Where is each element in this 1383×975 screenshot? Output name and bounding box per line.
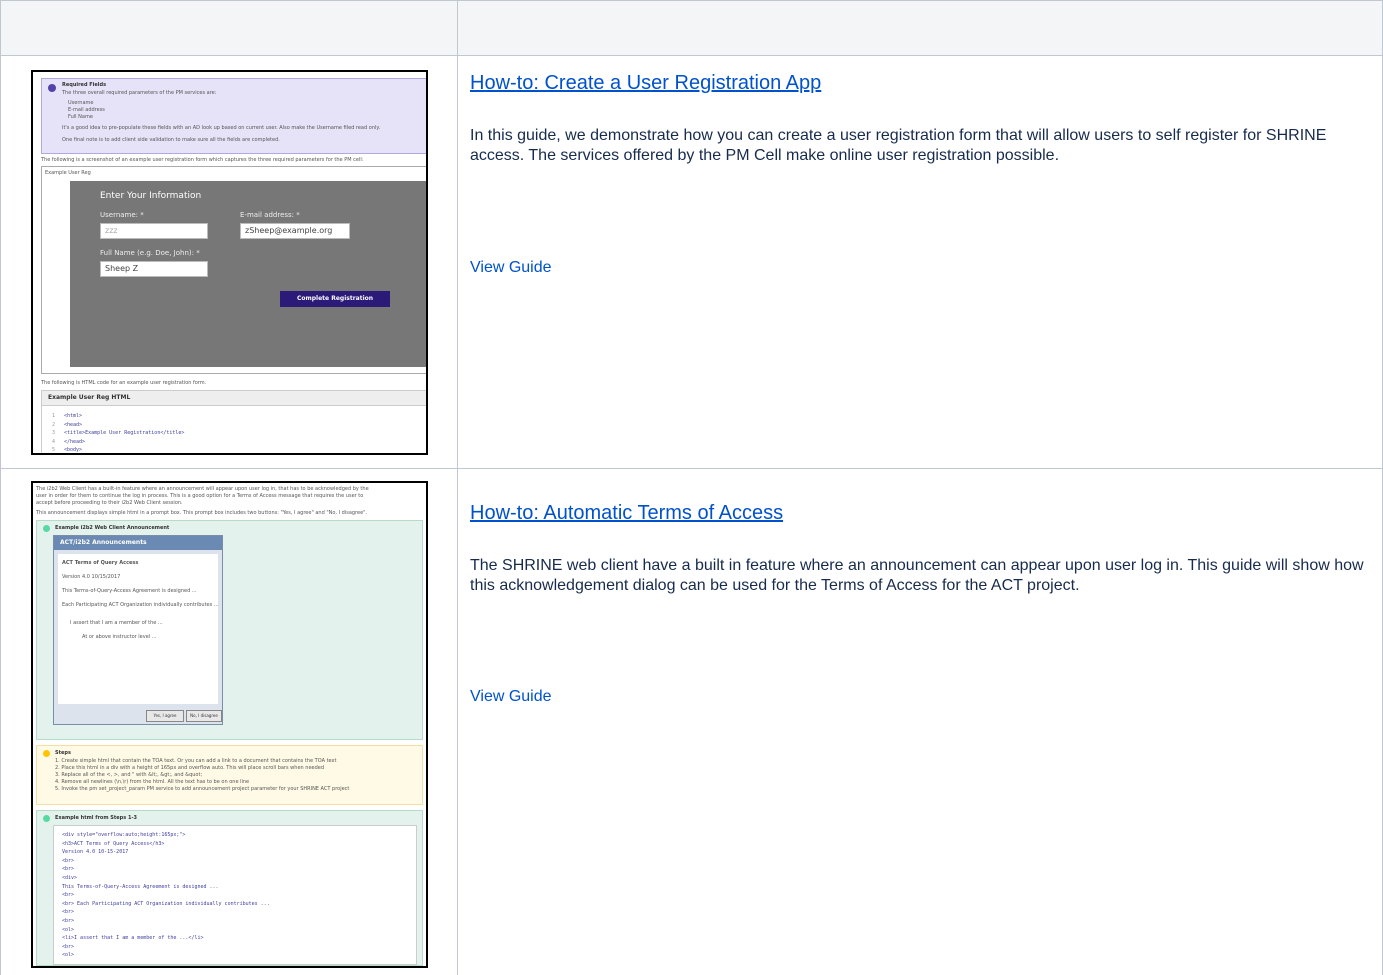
check-icon (43, 525, 50, 532)
dialog-content: ACT Terms of Query Access Version 4.0 10… (58, 554, 219, 704)
code-line-number: 1 (52, 413, 56, 419)
required-item: Username (68, 100, 94, 106)
example-announcement-title: Example i2b2 Web Client Announcement (55, 525, 170, 531)
username-label: Username: * (100, 211, 144, 219)
example-form-frame: Example User Reg Enter Your Information … (41, 166, 426, 374)
dialog-title: ACT/i2b2 Announcements (54, 536, 222, 550)
code-line-number: 4 (52, 438, 56, 445)
required-fields-panel: Required Fields The three overall requir… (41, 78, 426, 154)
email-label: E-mail address: * (240, 211, 300, 219)
step-item: 2. Place this html in a div with a heigh… (55, 765, 325, 771)
code-line: </head> (64, 438, 86, 445)
required-note: One final note is to add client side val… (62, 137, 280, 143)
steps-panel: Steps 1. Create simple html that contain… (36, 745, 423, 805)
dialog-line: At or above instructor level ... (82, 634, 157, 640)
form-caption: The following is a screenshot of an exam… (41, 157, 364, 163)
step-item: 3. Replace all of the <, >, and " with &… (55, 772, 203, 778)
username-field: zzz (100, 223, 208, 239)
dialog-line: Each Participating ACT Organization indi… (62, 602, 219, 608)
disagree-button: No, I disagree (186, 710, 222, 722)
terms-view-guide-link[interactable]: View Guide (470, 688, 552, 706)
code-line-number: 5 (52, 447, 56, 453)
code-line: <br> (62, 866, 75, 873)
agree-button: Yes, I agree (146, 710, 184, 722)
announcement-dialog: ACT/i2b2 Announcements ACT Terms of Quer… (53, 535, 223, 725)
code-line: <ol> (62, 926, 75, 933)
example-announcement-panel: Example i2b2 Web Client Announcement ACT… (36, 520, 423, 740)
form-heading: Enter Your Information (100, 191, 202, 201)
intro-text: accept before proceeding to their i2b2 W… (36, 500, 183, 506)
steps-title: Steps (55, 750, 71, 756)
dialog-line: Version 4.0 10/15/2017 (62, 574, 121, 580)
warning-icon (43, 750, 50, 757)
code-line: <title>Example User Registration</title> (64, 430, 185, 436)
code-line: <html> (64, 413, 83, 419)
guides-table: Required Fields The three overall requir… (0, 0, 1383, 975)
code-line-number: 3 (52, 430, 56, 436)
terms-guide-description: The SHRINE web client have a built in fe… (470, 557, 1364, 594)
dialog-line: This Terms-of-Query-Access Agreement is … (62, 588, 197, 594)
required-item: Full Name (68, 114, 93, 120)
registration-guide-thumbnail[interactable]: Required Fields The three overall requir… (31, 70, 428, 455)
step-item: 1. Create simple html that contain the T… (55, 758, 337, 764)
email-field: zSheep@example.org (240, 223, 350, 239)
row-divider (0, 468, 1383, 469)
code-panel: Example User Reg HTML 1 <html> 2 <head> 3 <t… (41, 390, 426, 453)
form-frame-label: Example User Reg (45, 170, 91, 176)
code-line: <div> (62, 875, 78, 881)
example-html-panel: Example html from Steps 1-3 <div style="… (36, 810, 423, 966)
complete-registration-button: Complete Registration (280, 291, 390, 307)
code-line: <body> (64, 447, 83, 453)
code-line: <br> (62, 857, 75, 864)
example-html-code: <div style="overflow:auto;height:165px;"… (53, 825, 417, 965)
intro-text: user in order for them to continue the l… (36, 493, 364, 499)
terms-guide-title-link[interactable]: How-to: Automatic Terms of Access (470, 502, 783, 525)
table-border-left (0, 0, 1, 975)
check-icon (43, 815, 50, 822)
step-item: 4. Remove all newlines (\n,\r) from the … (55, 779, 250, 785)
column-divider (457, 0, 458, 975)
required-intro: The three overall required parameters of… (62, 90, 217, 96)
registration-view-guide-link[interactable]: View Guide (470, 259, 552, 277)
intro-text: This announcement displays simple html i… (36, 510, 368, 516)
form-body: Enter Your Information Username: * zzz E… (70, 181, 426, 367)
code-panel-header: Example User Reg HTML (42, 391, 426, 406)
dialog-line: I assert that I am a member of the ... (70, 620, 163, 626)
code-line: This Terms-of-Query-Access Agreement is … (62, 883, 219, 890)
code-line: <br> (62, 909, 75, 916)
code-line: Version 4.0 10-15-2017 (62, 849, 129, 856)
dialog-line: ACT Terms of Query Access (62, 560, 139, 566)
required-note: It's a good idea to pre-populate these f… (62, 125, 381, 131)
code-line: <h3>ACT Terms of Query Access</h3> (62, 840, 165, 847)
code-line: <div style="overflow:auto;height:165px;"… (62, 832, 186, 838)
code-line: <ol> (62, 952, 75, 959)
fullname-field: Sheep Z (100, 261, 208, 277)
registration-guide-description: In this guide, we demonstrate how you ca… (470, 127, 1327, 164)
step-item: 5. Invoke the pm set_project_param PM se… (55, 786, 350, 792)
table-header-row (0, 0, 1383, 56)
code-line: <head> (64, 421, 83, 428)
fullname-label: Full Name (e.g. Doe, John): * (100, 249, 200, 257)
info-icon (48, 84, 56, 92)
required-fields-title: Required Fields (62, 82, 107, 88)
intro-text: The i2b2 Web Client has a built-in featu… (36, 486, 369, 492)
code-line-number: 2 (52, 421, 56, 428)
code-line: <br> (62, 892, 75, 899)
code-line: <br> (62, 943, 75, 950)
registration-guide-title-link[interactable]: How-to: Create a User Registration App (470, 72, 821, 95)
required-item: E-mail address (68, 107, 105, 113)
code-line: <br> Each Participating ACT Organization… (62, 900, 270, 907)
code-line: <li>I assert that I am a member of the .… (62, 935, 204, 942)
code-caption: The following is HTML code for an exampl… (41, 380, 207, 386)
terms-guide-thumbnail[interactable]: The i2b2 Web Client has a built-in featu… (31, 481, 428, 968)
code-line: <br> (62, 918, 75, 924)
example-html-title: Example html from Steps 1-3 (55, 815, 138, 821)
